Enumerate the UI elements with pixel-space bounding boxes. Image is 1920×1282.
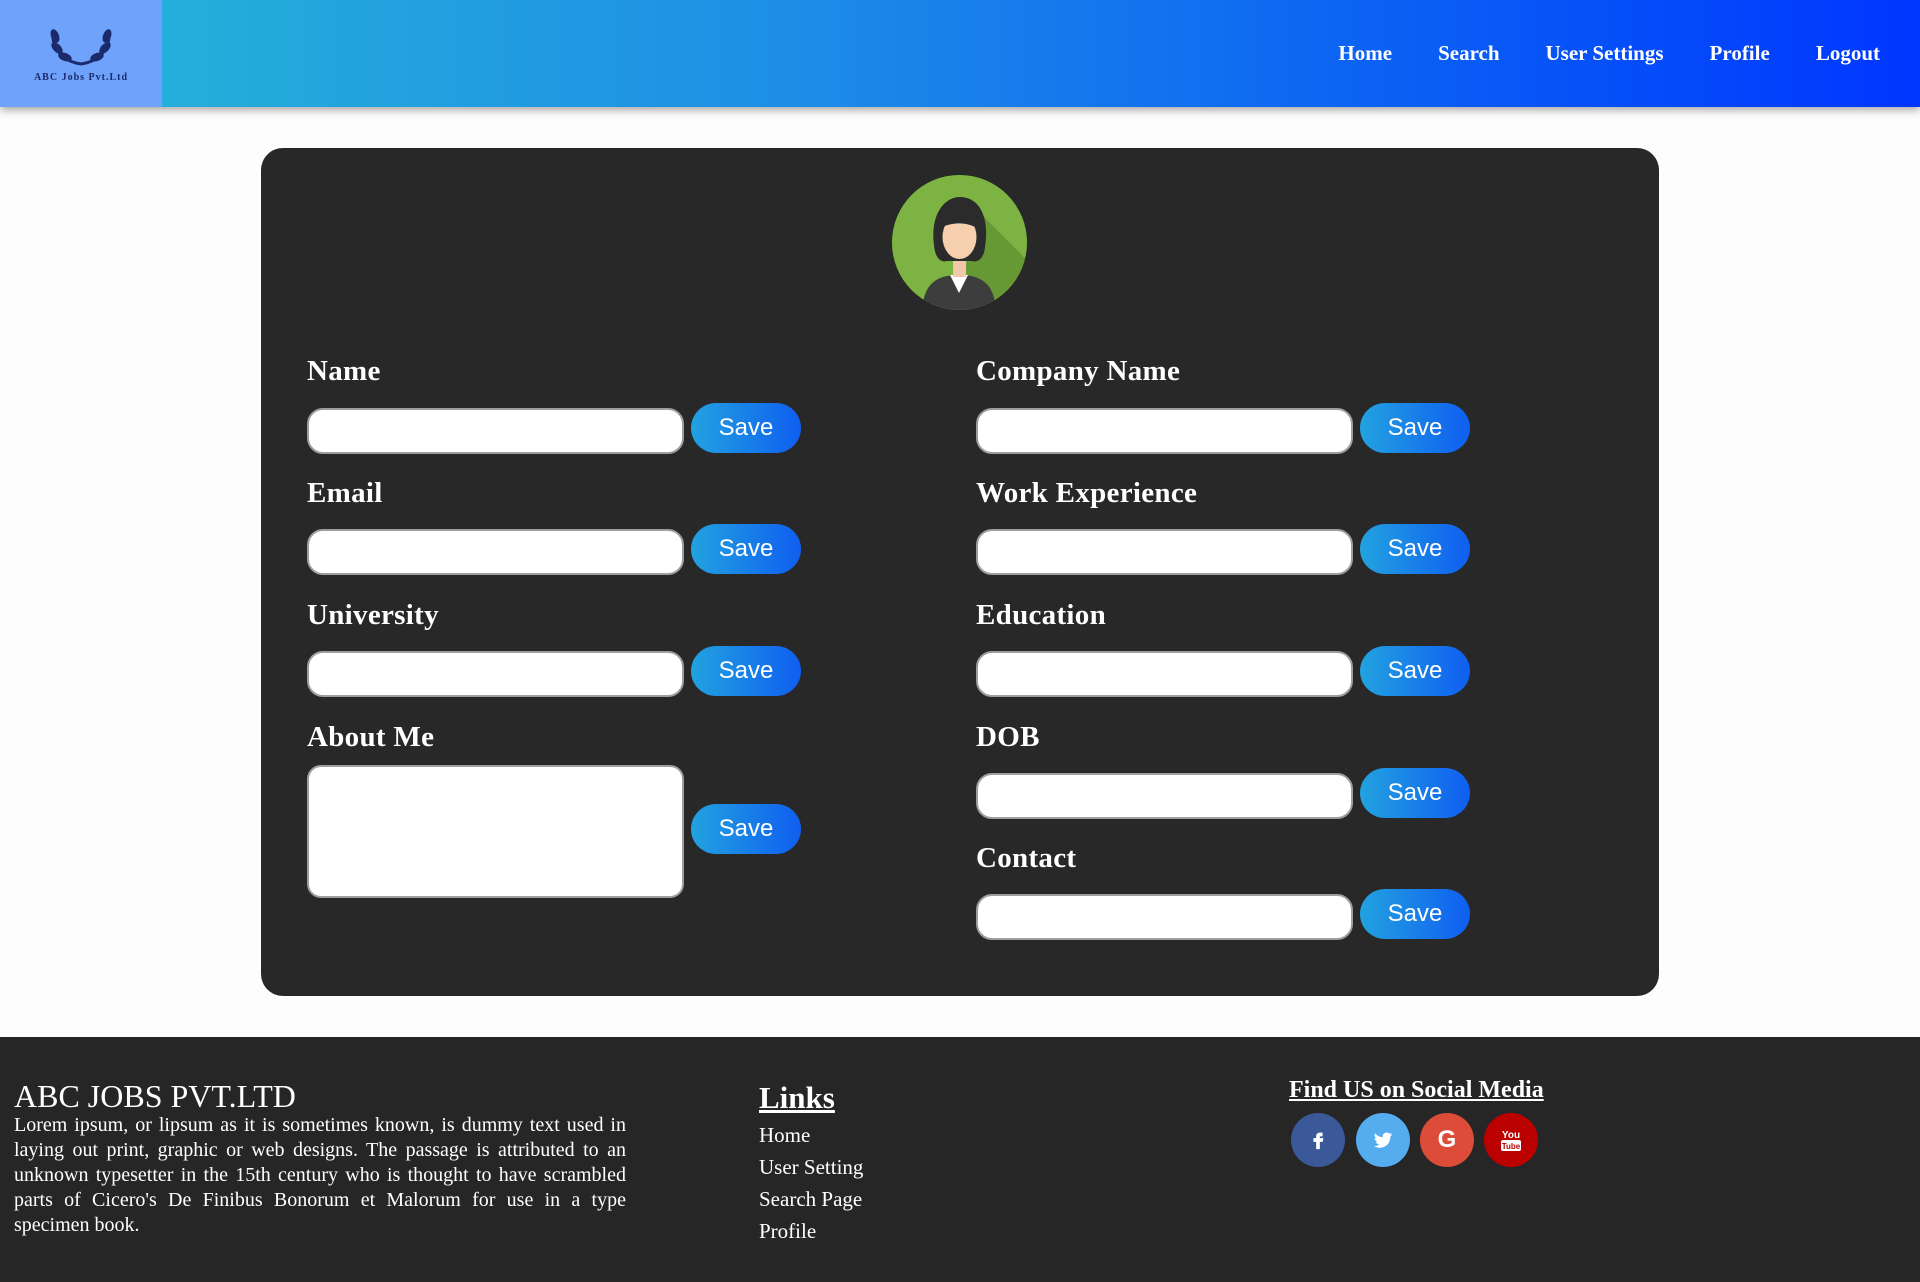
main-nav: Home Search User Settings Profile Logout	[1292, 0, 1880, 107]
svg-text:You: You	[1502, 1130, 1520, 1141]
dob-input[interactable]	[976, 773, 1353, 819]
footer-links-list: Home User Setting Search Page Profile	[759, 1119, 863, 1247]
user-avatar-icon	[892, 175, 1027, 310]
facebook-icon[interactable]	[1291, 1113, 1345, 1167]
logo-text: ABC Jobs Pvt.Ltd	[33, 72, 129, 83]
footer: ABC JOBS PVT.LTD Lorem ipsum, or lipsum …	[0, 1037, 1920, 1282]
nav-search[interactable]: Search	[1438, 41, 1499, 66]
nav-user-settings[interactable]: User Settings	[1546, 41, 1664, 66]
nav-profile[interactable]: Profile	[1710, 41, 1770, 66]
save-education-button[interactable]: Save	[1360, 646, 1470, 696]
work-experience-input[interactable]	[976, 529, 1353, 575]
about-me-label: About Me	[307, 721, 435, 753]
email-input[interactable]	[307, 529, 684, 575]
save-company-name-button[interactable]: Save	[1360, 403, 1470, 453]
save-email-button[interactable]: Save	[691, 524, 801, 574]
twitter-icon[interactable]	[1356, 1113, 1410, 1167]
footer-description: Lorem ipsum, or lipsum as it is sometime…	[14, 1114, 626, 1236]
save-contact-button[interactable]: Save	[1360, 889, 1470, 939]
nav-home[interactable]: Home	[1338, 41, 1392, 66]
footer-link-search-page[interactable]: Search Page	[759, 1183, 863, 1215]
name-label: Name	[307, 355, 381, 387]
svg-text:Tube: Tube	[1502, 1142, 1521, 1151]
google-icon[interactable]: G	[1420, 1113, 1474, 1167]
save-university-button[interactable]: Save	[691, 646, 801, 696]
footer-company-name: ABC JOBS PVT.LTD	[14, 1078, 296, 1114]
name-input[interactable]	[307, 408, 684, 454]
footer-link-user-setting[interactable]: User Setting	[759, 1151, 863, 1183]
footer-social-title: Find US on Social Media	[1289, 1077, 1544, 1103]
avatar	[892, 175, 1027, 310]
company-name-input[interactable]	[976, 408, 1353, 454]
email-label: Email	[307, 477, 383, 509]
contact-input[interactable]	[976, 894, 1353, 940]
save-name-button[interactable]: Save	[691, 403, 801, 453]
save-dob-button[interactable]: Save	[1360, 768, 1470, 818]
save-work-experience-button[interactable]: Save	[1360, 524, 1470, 574]
education-input[interactable]	[976, 651, 1353, 697]
company-logo[interactable]: ABC Jobs Pvt.Ltd	[0, 0, 162, 107]
work-experience-label: Work Experience	[976, 477, 1198, 509]
university-label: University	[307, 599, 439, 631]
company-name-label: Company Name	[976, 355, 1181, 387]
dob-label: DOB	[976, 721, 1040, 753]
footer-link-home[interactable]: Home	[759, 1119, 863, 1151]
footer-link-profile[interactable]: Profile	[759, 1215, 863, 1247]
university-input[interactable]	[307, 651, 684, 697]
nav-logout[interactable]: Logout	[1816, 41, 1880, 66]
education-label: Education	[976, 599, 1107, 631]
laurel-logo-icon	[50, 29, 112, 66]
top-navbar: ABC Jobs Pvt.Ltd Home Search User Settin…	[0, 0, 1920, 107]
youtube-icon[interactable]: You Tube	[1484, 1113, 1538, 1167]
contact-label: Contact	[976, 842, 1077, 874]
profile-card: Name Save Email Save University Save Abo…	[261, 148, 1659, 996]
about-me-textarea[interactable]	[307, 765, 684, 898]
footer-links-title: Links	[759, 1080, 835, 1115]
save-about-me-button[interactable]: Save	[691, 804, 801, 854]
